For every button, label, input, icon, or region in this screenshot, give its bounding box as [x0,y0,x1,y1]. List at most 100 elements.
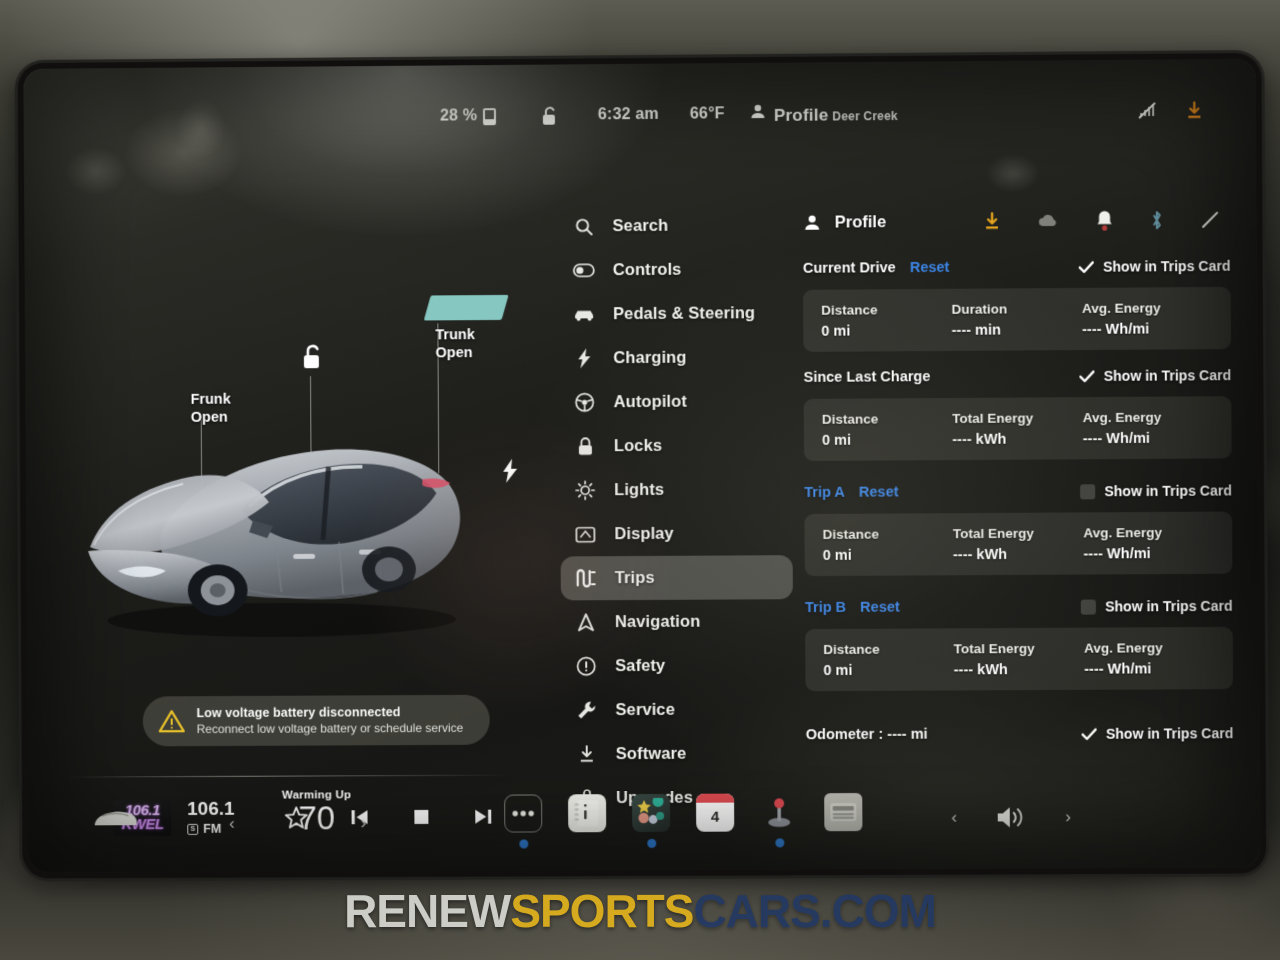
empty-checkbox-icon [1080,484,1095,499]
app-calendar[interactable]: 4 [696,794,734,848]
bluetooth-icon[interactable] [1150,209,1164,231]
charge-bolt-icon[interactable] [500,458,520,489]
notification-bell-icon[interactable] [1095,209,1113,231]
menu-item-navigation[interactable]: Navigation [561,599,793,644]
time-label: 6:32 am [598,106,659,124]
download-icon [576,744,598,764]
sun-icon [574,480,596,500]
app-arcade[interactable] [760,793,798,847]
stat-key: Total Energy [952,410,1083,426]
menu-item-trips[interactable]: Trips [561,555,793,600]
trip-stat: Distance 0 mi [823,641,954,679]
trip-section-header: Trip A Reset Show in Trips Card [804,478,1232,505]
vehicle-card-button[interactable] [92,806,140,837]
show-in-trips-card-toggle[interactable]: Show in Trips Card [1080,482,1232,499]
volume-control[interactable]: ‹ › [951,804,1071,831]
menu-item-safety[interactable]: Safety [561,643,793,688]
battery-status[interactable]: 28 % [440,107,496,125]
menu-item-controls[interactable]: Controls [559,247,791,293]
show-in-trips-card-toggle[interactable]: Show in Trips Card [1079,258,1231,275]
menu-item-charging[interactable]: Charging [559,335,791,381]
trips-panel-icons [983,209,1230,233]
clock: 6:32 am [598,106,659,124]
calendar-icon: 4 [696,794,734,832]
tesla-touchscreen: 28 % 6:32 am 66°F Profile Deer Creek Tru… [24,59,1261,873]
menu-item-pedals-steering[interactable]: Pedals & Steering [559,291,791,337]
stat-key: Total Energy [954,640,1085,656]
menu-item-locks[interactable]: Locks [560,423,792,468]
bottom-dock: Warming Up 70 ‹ › 4 ‹ › [28,771,1261,872]
stat-key: Avg. Energy [1083,409,1214,425]
app-more[interactable] [504,794,542,848]
show-in-trips-card-label: Show in Trips Card [1104,482,1232,499]
volume-decrease-button[interactable]: ‹ [951,808,957,828]
climate-control[interactable]: Warming Up 70 [227,789,407,837]
speaker-icon[interactable] [995,804,1027,830]
trunk-label-line1: Trunk [435,326,475,344]
trunk-open-label: Trunk Open [435,326,475,362]
alert-subtitle: Reconnect low voltage battery or schedul… [197,721,464,736]
cloud-icon[interactable] [1037,213,1059,229]
show-in-trips-card-label: Show in Trips Card [1104,367,1232,384]
stat-value: ---- Wh/mi [1083,545,1214,562]
show-in-trips-card-toggle[interactable]: Show in Trips Card [1081,598,1233,615]
battery-percent-label: 28 % [440,107,477,125]
volume-increase-button[interactable]: › [1065,807,1071,827]
battery-icon [483,108,496,125]
reset-button[interactable]: Reset [860,600,900,616]
trunk-label-line2: Open [435,344,475,362]
app-badge-dot [647,839,656,848]
software-download-icon[interactable] [983,211,1001,231]
trips-panel: Profile Current Drive Reset Show in Trip… [803,200,1234,744]
app-keyboard[interactable] [824,793,862,847]
stat-value: ---- min [952,321,1083,338]
trip-stats-row: Distance 0 mi Total Energy ---- kWh Avg.… [804,512,1232,577]
unlocked-padlock-icon[interactable] [300,342,326,377]
show-in-trips-card-toggle[interactable]: Show in Trips Card [1080,367,1232,384]
stat-value: 0 mi [821,322,951,339]
profile-name: Deer Creek [832,108,898,123]
no-signal-icon[interactable] [1137,102,1157,120]
release-notes-icon [568,794,606,832]
app-release-notes[interactable] [568,794,606,848]
menu-item-search[interactable]: Search [558,203,790,249]
menu-label: Controls [613,260,682,279]
menu-item-lights[interactable]: Lights [560,467,792,512]
show-in-trips-card-label: Show in Trips Card [1105,598,1233,615]
menu-item-service[interactable]: Service [561,687,793,732]
app-launcher-dock: 4 [504,793,862,849]
car-visualization[interactable]: Trunk Open Frunk Open Low voltage batter… [60,143,536,735]
menu-item-display[interactable]: Display [560,511,792,556]
status-bar: 28 % 6:32 am 66°F Profile Deer Creek [24,87,1256,143]
alert-circle-icon [575,656,597,676]
section-title[interactable]: Trip A [804,485,845,501]
no-signal-icon[interactable] [1200,210,1220,230]
show-in-trips-card-label: Show in Trips Card [1106,725,1234,742]
section-title: Since Last Charge [804,369,931,386]
menu-item-software[interactable]: Software [562,731,794,776]
menu-label: Lights [614,480,664,499]
settings-menu: Search Controls Pedals & Steering Chargi… [558,203,794,820]
show-in-trips-card-toggle[interactable]: Show in Trips Card [1082,725,1234,742]
app-toybox[interactable] [632,794,670,848]
trip-stat: Distance 0 mi [822,411,953,449]
profile-button[interactable]: Profile Deer Creek [749,101,898,125]
checkmark-icon [1079,259,1094,274]
app-badge-dot [775,838,784,847]
section-title[interactable]: Trip B [805,600,846,616]
reset-button[interactable]: Reset [859,484,899,500]
lock-status-icon[interactable] [540,105,560,127]
watermark-part2: SPORTS [510,885,693,937]
alert-toast[interactable]: Low voltage battery disconnected Reconne… [143,695,490,747]
stat-value: ---- kWh [952,431,1083,448]
watermark-part1: RENEW [344,885,510,937]
vehicle-image [71,393,491,645]
climate-temperature: 70 [227,800,407,837]
temp-increase-button[interactable]: › [361,813,367,833]
software-download-icon[interactable] [1185,101,1203,121]
screen-smudge [985,153,1041,194]
temp-decrease-button[interactable]: ‹ [229,814,235,834]
temperature-label: 66°F [690,105,725,123]
menu-item-autopilot[interactable]: Autopilot [560,379,792,425]
reset-button[interactable]: Reset [910,260,950,276]
